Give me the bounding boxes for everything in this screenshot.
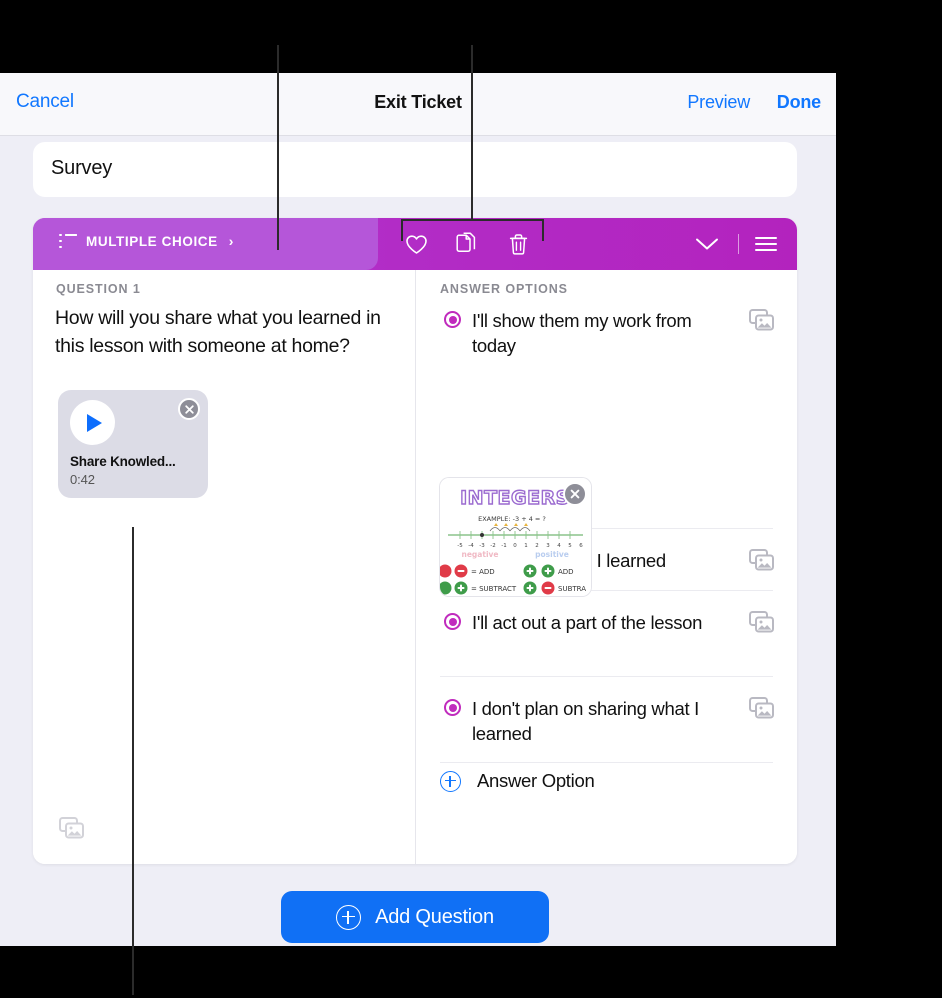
remove-image-button[interactable] xyxy=(563,482,587,506)
option-separator xyxy=(440,676,773,677)
question-actions xyxy=(401,218,533,270)
photos-icon xyxy=(749,549,774,571)
duplicate-button[interactable] xyxy=(452,229,482,259)
callout-line-question-type xyxy=(277,45,279,250)
question-toolbar: MULTIPLE CHOICE › xyxy=(33,218,797,270)
play-icon xyxy=(87,413,102,432)
svg-text:= SUBTRACT: = SUBTRACT xyxy=(471,585,517,593)
svg-text:SUBTRA: SUBTRA xyxy=(558,585,586,593)
device-screen: Cancel Exit Ticket Preview Done Survey M… xyxy=(0,73,836,946)
callout-bracket-right-tick xyxy=(542,219,544,241)
answer-media-button[interactable] xyxy=(749,611,775,638)
question-type-label: MULTIPLE CHOICE xyxy=(86,233,218,249)
question-card: MULTIPLE CHOICE › QUESTION 1 How will yo… xyxy=(33,218,797,864)
duplicate-icon xyxy=(455,232,475,252)
answer-radio[interactable] xyxy=(444,699,461,716)
svg-text:-1: -1 xyxy=(501,543,506,549)
audio-attachment[interactable]: Share Knowled... 0:42 xyxy=(58,390,208,498)
photos-icon xyxy=(749,611,774,633)
remove-audio-button[interactable] xyxy=(178,398,200,420)
trash-icon xyxy=(509,233,527,255)
toolbar-divider xyxy=(738,234,739,254)
done-button[interactable]: Done xyxy=(777,92,821,113)
svg-text:-4: -4 xyxy=(468,543,474,549)
audio-title: Share Knowled... xyxy=(70,454,176,469)
question-card-body: QUESTION 1 How will you share what you l… xyxy=(33,270,797,864)
add-question-media-button[interactable] xyxy=(59,817,85,844)
circle-plus-icon xyxy=(336,904,362,930)
svg-text:= ADD: = ADD xyxy=(471,568,495,576)
answer-media-button[interactable] xyxy=(749,697,775,724)
collapse-button[interactable] xyxy=(692,229,722,259)
navigation-bar: Cancel Exit Ticket Preview Done xyxy=(0,73,836,136)
favorite-icon xyxy=(405,234,427,254)
answer-media-button[interactable] xyxy=(749,309,775,336)
survey-title-value: Survey xyxy=(51,157,113,179)
callout-bracket-left-tick xyxy=(401,219,403,241)
chevron-right-icon: › xyxy=(228,233,234,249)
svg-text:6: 6 xyxy=(579,543,583,549)
close-icon xyxy=(184,404,194,414)
favorite-button[interactable] xyxy=(401,229,431,259)
callout-bracket-actions xyxy=(401,219,544,221)
svg-text:positive: positive xyxy=(535,550,569,559)
answer-options-label: ANSWER OPTIONS xyxy=(440,282,568,296)
svg-text:-2: -2 xyxy=(490,543,495,549)
svg-text:0: 0 xyxy=(513,543,517,549)
delete-button[interactable] xyxy=(503,229,533,259)
chevron-down-icon xyxy=(696,238,718,250)
svg-text:1: 1 xyxy=(524,543,528,549)
audio-duration: 0:42 xyxy=(70,472,95,487)
question-text[interactable]: How will you share what you learned in t… xyxy=(55,304,400,360)
answer-option-text[interactable]: I'll show them my work from today xyxy=(472,308,727,358)
add-answer-option-button[interactable]: Answer Option xyxy=(440,770,595,792)
play-button[interactable] xyxy=(70,400,115,445)
answer-option-text[interactable]: I'll act out a part of the lesson xyxy=(472,610,727,635)
answer-radio[interactable] xyxy=(444,311,461,328)
svg-text:EXAMPLE: -3 + 4 = ?: EXAMPLE: -3 + 4 = ? xyxy=(478,515,546,523)
question-number-label: QUESTION 1 xyxy=(56,282,141,296)
preview-button[interactable]: Preview xyxy=(687,92,750,113)
list-icon xyxy=(59,233,77,249)
svg-text:2: 2 xyxy=(535,543,539,549)
answer-option-text[interactable]: I don't plan on sharing what I learned xyxy=(472,696,727,746)
toolbar-right-group xyxy=(692,218,777,270)
survey-title-field[interactable]: Survey xyxy=(33,142,797,197)
screenshot-stage: Cancel Exit Ticket Preview Done Survey M… xyxy=(0,0,942,998)
svg-text:-5: -5 xyxy=(457,543,463,549)
question-pane: QUESTION 1 How will you share what you l… xyxy=(33,270,415,864)
answer-radio[interactable] xyxy=(444,613,461,630)
reorder-handle[interactable] xyxy=(755,237,777,251)
callout-line-actions xyxy=(471,45,473,220)
close-icon xyxy=(570,489,580,499)
option-separator xyxy=(440,762,773,763)
circle-plus-icon xyxy=(440,770,461,792)
add-answer-option-label: Answer Option xyxy=(477,770,595,791)
answer-media-button[interactable] xyxy=(749,549,775,576)
svg-text:-3: -3 xyxy=(479,543,485,549)
svg-text:negative: negative xyxy=(462,550,499,559)
photos-icon xyxy=(749,309,774,331)
add-question-label: Add Question xyxy=(375,905,494,928)
photos-icon xyxy=(59,817,84,839)
svg-text:5: 5 xyxy=(568,543,572,549)
svg-text:INTEGERS: INTEGERS xyxy=(460,487,570,509)
callout-line-question-body xyxy=(132,527,134,995)
photos-icon xyxy=(749,697,774,719)
answer-image-thumbnail[interactable]: INTEGERS EXAMPLE: -3 + 4 = ? -5 -4 -3 -2… xyxy=(440,478,591,596)
svg-text:3: 3 xyxy=(546,543,550,549)
question-type-selector[interactable]: MULTIPLE CHOICE › xyxy=(33,218,378,270)
add-question-button[interactable]: Add Question xyxy=(281,891,549,943)
svg-text:ADD: ADD xyxy=(558,568,574,576)
svg-text:4: 4 xyxy=(557,543,561,549)
